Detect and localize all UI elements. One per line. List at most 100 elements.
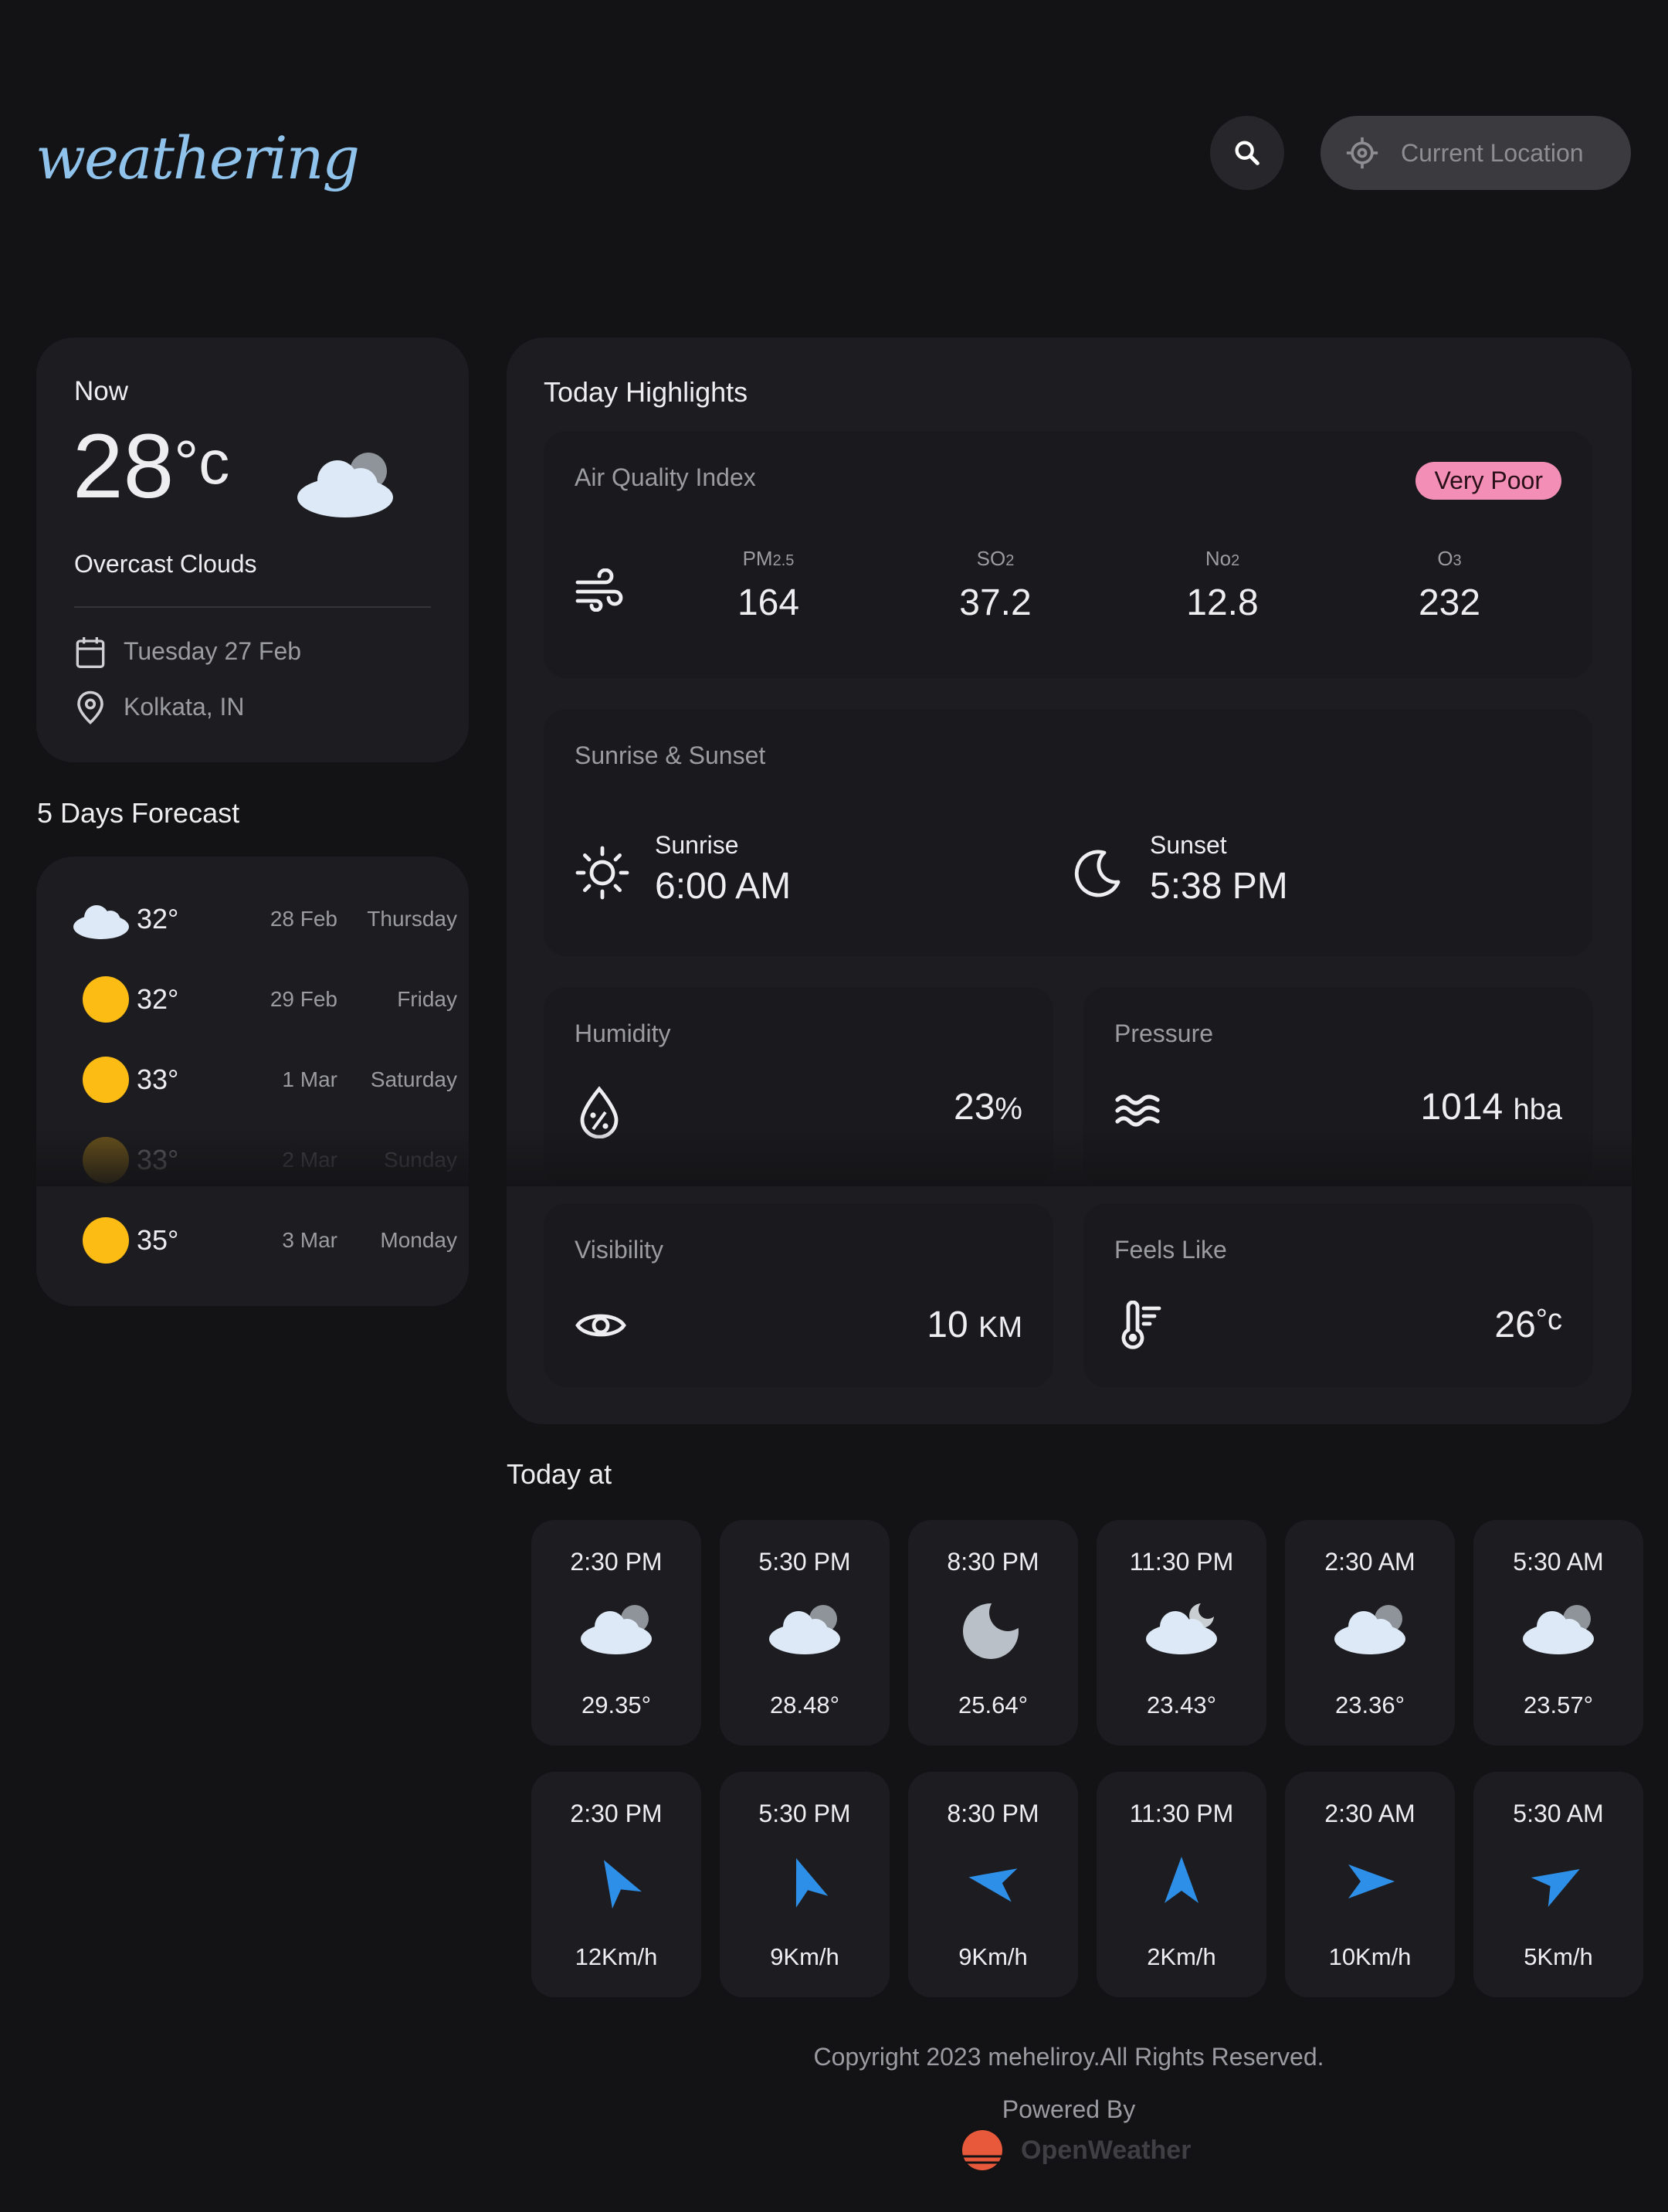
forecast-row: 32° 29 Feb Friday [36,961,469,1038]
openweather-logo[interactable]: OpenWeather [954,2129,1191,2172]
hour-time: 5:30 PM [758,1548,851,1576]
cloud-icon [73,905,129,939]
sunrise-sunset-card: Sunrise & Sunset Sunrise 6:00 AM Sunset … [544,709,1592,956]
hour-temp: 25.64° [958,1691,1028,1718]
pressure-title: Pressure [1114,1019,1214,1047]
forecast-date: 3 Mar [282,1228,337,1252]
pressure-value: 1014 hba [1420,1087,1562,1128]
humidity-card: Humidity 23% [544,987,1053,1186]
hour-time: 11:30 PM [1129,1800,1234,1827]
copyright-text: Copyright 2023 meheliroy.All Rights Rese… [813,2043,1324,2071]
eye-icon [575,1314,626,1337]
highlights-title: Today Highlights [544,376,748,408]
forecast-day: Monday [380,1228,457,1252]
forecast-row: 32° 28 Feb Thursday [36,880,469,958]
moon-icon [1074,850,1120,897]
wind-direction-icon [968,1868,1018,1902]
cloud-icon [1334,1605,1405,1654]
sun-icon [83,976,129,1023]
current-location-label: Current Location [1401,138,1584,167]
hourly-wind-card[interactable]: 5:30 PM 9Km/h [720,1772,890,1997]
aqi-so2: SO2 37.2 [959,547,1032,623]
sunrise-value: 6:00 AM [655,866,792,907]
hourly-weather-card[interactable]: 2:30 AM 23.36° [1285,1520,1455,1746]
visibility-card: Visibility 10 KM [544,1203,1053,1387]
calendar-icon [76,637,105,669]
hourly-weather-card[interactable]: 8:30 PM 25.64° [908,1520,1078,1746]
now-label: Now [74,376,129,406]
hourly-wind-card[interactable]: 8:30 PM 9Km/h [908,1772,1078,1997]
sunrise-label: Sunrise [655,831,739,859]
hour-temp: 23.57° [1524,1691,1593,1718]
weather-description: Overcast Clouds [74,550,257,578]
hour-time: 11:30 PM [1129,1548,1234,1576]
hour-time: 5:30 AM [1513,1548,1604,1576]
humidity-drop-icon [580,1086,619,1138]
forecast-card: 32° 28 Feb Thursday 32° 29 Feb Friday 33… [36,857,469,1306]
feels-like-title: Feels Like [1114,1236,1227,1264]
openweather-brand: OpenWeather [1021,2135,1192,2165]
current-location-button[interactable]: Current Location [1320,116,1631,190]
hour-time: 5:30 PM [758,1800,851,1827]
hour-temp: 29.35° [581,1691,651,1718]
waves-icon [1115,1094,1160,1127]
today-at-title: Today at [507,1458,612,1490]
hourly-weather-card[interactable]: 11:30 PM 23.43° [1097,1520,1266,1746]
app-logo[interactable]: weathering [36,124,360,192]
hour-time: 2:30 AM [1324,1548,1415,1576]
forecast-date: 1 Mar [282,1067,337,1091]
hourly-weather-card[interactable]: 5:30 AM 23.57° [1473,1520,1643,1746]
current-weather-card: Now 28°c Overcast Clouds Tuesday 27 Feb … [36,338,469,762]
thermometer-icon [1121,1301,1161,1349]
hourly-wind-card[interactable]: 2:30 PM 12Km/h [531,1772,701,1997]
aqi-no2: No2 12.8 [1186,547,1259,623]
hour-temp: 28.48° [770,1691,839,1718]
forecast-day: Saturday [370,1067,457,1091]
forecast-temp: 35° [137,1224,179,1256]
wind-speed: 2Km/h [1147,1943,1216,1970]
wind-speed: 9Km/h [770,1943,839,1970]
sun-icon [83,1217,129,1264]
wind-direction-icon [1531,1869,1580,1908]
aqi-status-badge: Very Poor [1415,462,1561,500]
sun-icon [83,1057,129,1103]
forecast-date: 2 Mar [282,1148,337,1172]
forecast-date: 28 Feb [270,907,337,931]
air-quality-card: Air Quality Index Very Poor PM2.5 164 SO… [544,431,1592,678]
hourly-wind-card[interactable]: 2:30 AM 10Km/h [1285,1772,1455,1997]
current-temp-value: 28 [73,416,175,517]
cloud-icon [769,1605,840,1654]
feels-like-card: Feels Like 26°c [1083,1203,1593,1387]
visibility-title: Visibility [575,1236,663,1264]
hour-temp: 23.36° [1335,1691,1405,1718]
current-date: Tuesday 27 Feb [124,637,302,665]
forecast-row: 33° 1 Mar Saturday [36,1041,469,1118]
cloud-icon [581,1605,652,1654]
sunset-label: Sunset [1150,831,1227,859]
forecast-day: Friday [397,987,457,1011]
hour-time: 8:30 PM [947,1800,1039,1827]
wind-speed: 10Km/h [1328,1943,1412,1970]
hour-time: 2:30 AM [1324,1800,1415,1827]
hourly-wind-card[interactable]: 11:30 PM 2Km/h [1097,1772,1266,1997]
forecast-row: 33° 2 Mar Sunday [36,1121,469,1199]
hour-temp: 23.43° [1147,1691,1216,1718]
forecast-temp: 33° [137,1064,179,1095]
hourly-wind-card[interactable]: 5:30 AM 5Km/h [1473,1772,1643,1997]
search-button[interactable] [1210,116,1284,190]
sun-icon [83,1137,129,1183]
current-temperature: 28°c [73,421,229,512]
divider [74,606,431,608]
hourly-weather-card[interactable]: 5:30 PM 28.48° [720,1520,890,1746]
hourly-weather-card[interactable]: 2:30 PM 29.35° [531,1520,701,1746]
aqi-pm25: PM2.5 164 [737,547,800,623]
sunset-value: 5:38 PM [1150,866,1288,907]
location-pin-icon [77,690,103,724]
forecast-title: 5 Days Forecast [37,797,240,829]
cloud-moon-icon [1146,1600,1217,1654]
forecast-day: Thursday [367,907,457,931]
pressure-card: Pressure 1014 hba [1083,987,1593,1186]
wind-direction-icon [604,1860,642,1909]
cloud-icon [1523,1605,1594,1654]
wind-direction-icon [795,1857,829,1908]
